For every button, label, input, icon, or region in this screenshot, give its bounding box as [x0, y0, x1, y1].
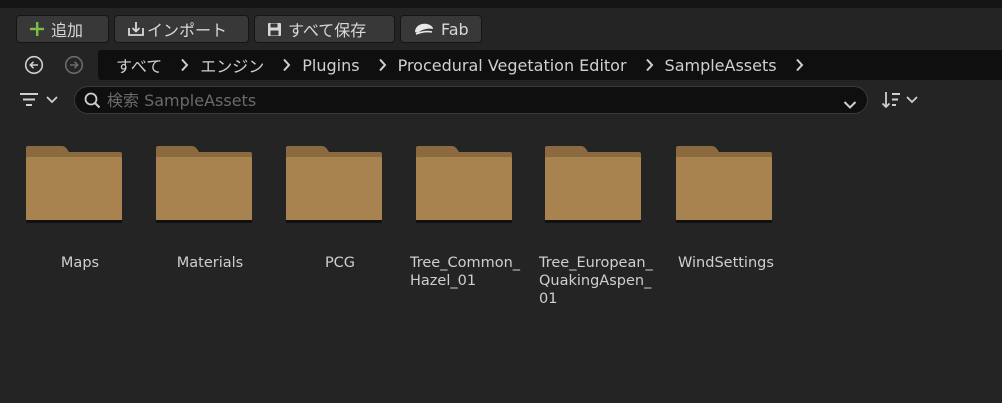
plus-icon — [29, 21, 45, 37]
folder-label-line: 01 — [539, 291, 558, 307]
breadcrumb-item-engine[interactable]: エンジン — [200, 53, 264, 77]
save-all-button[interactable]: すべて保存 — [254, 15, 395, 43]
import-icon — [127, 21, 145, 37]
folder-label: Tree_European_ QuakingAspen_ 01 — [539, 254, 659, 308]
breadcrumb-item-plugins[interactable]: Plugins — [302, 56, 359, 75]
folder-label-line: Tree_European_ — [539, 255, 653, 271]
add-button[interactable]: 追加 — [16, 15, 109, 43]
import-button[interactable]: インポート — [114, 15, 249, 43]
chevron-right-icon[interactable] — [282, 58, 291, 72]
back-arrow-icon[interactable] — [24, 55, 44, 75]
sort-icon[interactable] — [881, 90, 921, 114]
search-icon — [84, 92, 101, 113]
folder-icon — [24, 146, 124, 228]
filter-icon[interactable] — [20, 92, 62, 112]
folder-tile-tree-european-quakingaspen[interactable]: Tree_European_ QuakingAspen_ 01 — [539, 146, 659, 316]
window-top-strip — [0, 0, 1002, 8]
chevron-right-icon[interactable] — [378, 58, 387, 72]
fab-button-label: Fab — [441, 19, 469, 39]
search-box[interactable] — [74, 86, 868, 114]
folder-icon — [414, 146, 514, 228]
chevron-down-icon[interactable] — [843, 95, 857, 114]
fab-button[interactable]: Fab — [400, 15, 482, 43]
folder-label-line: Tree_Common_ — [410, 255, 521, 271]
save-all-button-label: すべて保存 — [288, 21, 367, 40]
breadcrumb-item-sampleassets[interactable]: SampleAssets — [665, 56, 777, 75]
folder-label: Materials — [176, 255, 244, 271]
folder-label: WindSettings — [678, 255, 774, 271]
folder-icon — [154, 146, 254, 228]
folder-tile-tree-common-hazel[interactable]: Tree_Common_ Hazel_01 — [410, 146, 530, 316]
chevron-right-icon[interactable] — [795, 58, 804, 72]
folder-tile-materials[interactable]: Materials — [150, 146, 270, 316]
fab-icon — [413, 22, 435, 36]
folder-label-line: Hazel_01 — [410, 273, 477, 289]
search-input[interactable] — [107, 90, 827, 110]
folder-label-line: QuakingAspen_ — [539, 273, 652, 289]
folder-tile-windsettings[interactable]: WindSettings — [670, 146, 790, 316]
chevron-right-icon[interactable] — [645, 58, 654, 72]
folder-label: PCG — [324, 255, 356, 271]
folder-icon — [543, 146, 643, 228]
import-button-label: インポート — [147, 21, 228, 40]
forward-arrow-icon[interactable] — [64, 55, 84, 75]
navigation-bar: すべて エンジン Plugins Procedural Vegetation E… — [0, 48, 1002, 82]
folder-label: Maps — [60, 255, 100, 271]
folder-tile-maps[interactable]: Maps — [20, 146, 140, 316]
folder-icon — [674, 146, 774, 228]
add-button-label: 追加 — [51, 21, 84, 40]
breadcrumb: すべて エンジン Plugins Procedural Vegetation E… — [98, 50, 1002, 80]
folder-label: Tree_Common_ Hazel_01 — [410, 254, 530, 290]
chevron-right-icon[interactable] — [180, 58, 189, 72]
breadcrumb-item-all[interactable]: すべて — [116, 53, 162, 77]
filter-row — [0, 84, 1002, 116]
save-icon — [267, 22, 282, 37]
breadcrumb-item-procedural-vegetation-editor[interactable]: Procedural Vegetation Editor — [398, 56, 627, 75]
toolbar: 追加 インポート すべて保存 Fab — [0, 8, 1002, 48]
folder-icon — [284, 146, 384, 228]
folder-tile-pcg[interactable]: PCG — [280, 146, 400, 316]
